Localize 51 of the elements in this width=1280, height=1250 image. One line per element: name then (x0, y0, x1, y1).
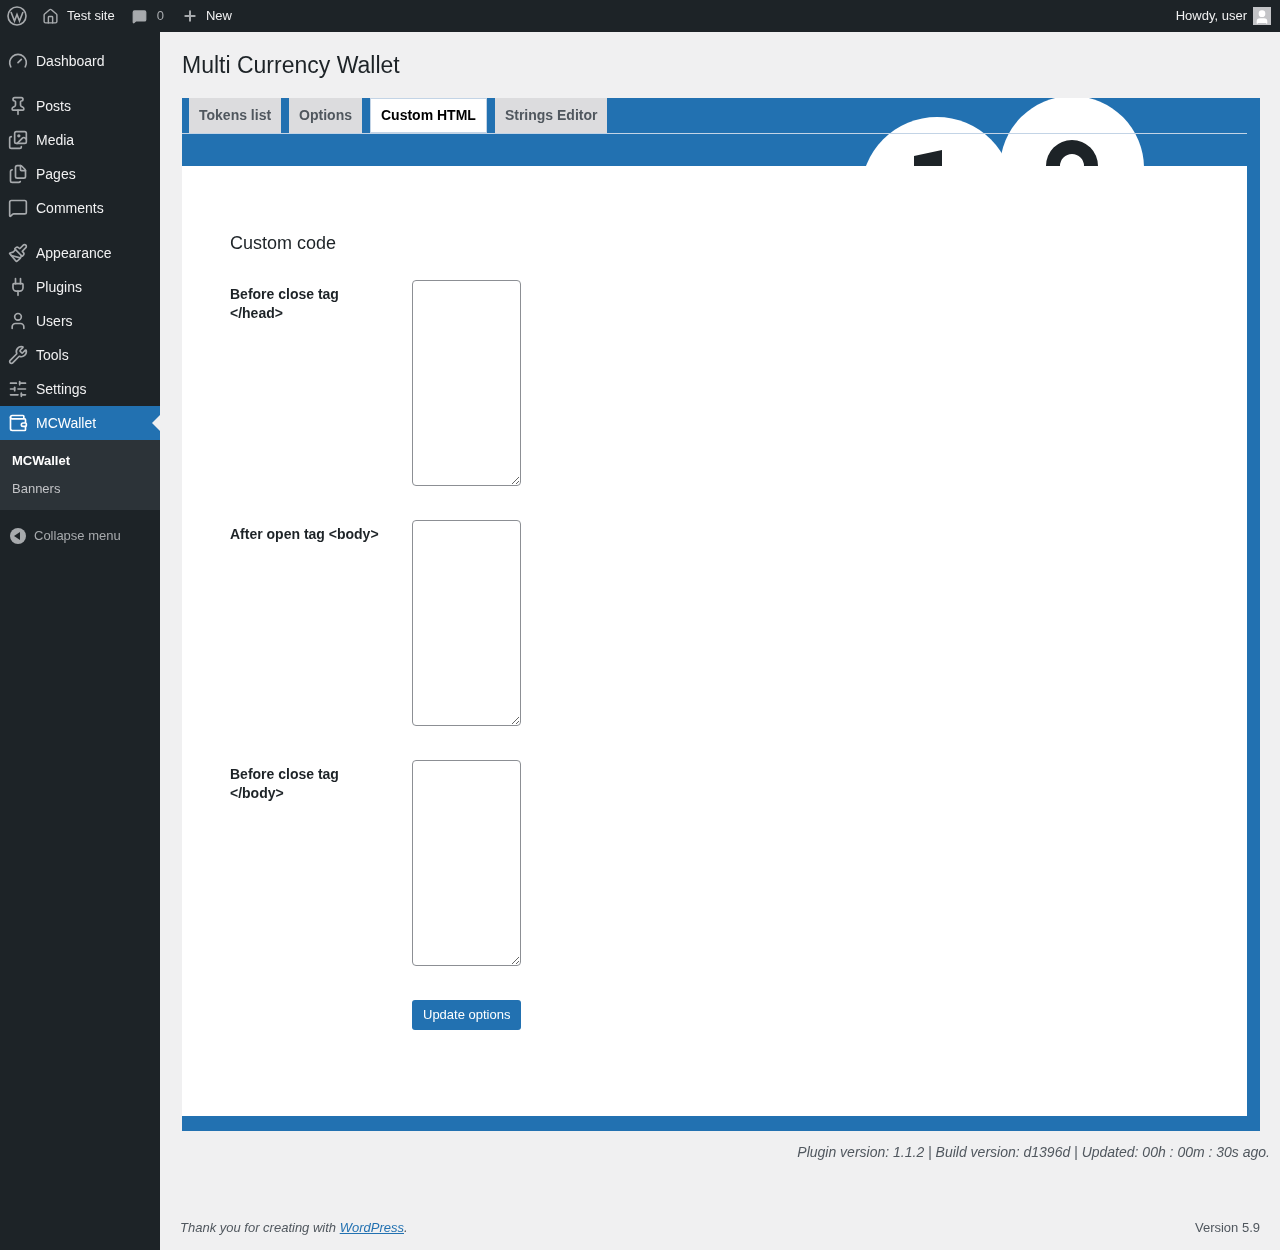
code-textarea[interactable] (412, 520, 521, 726)
home-icon (42, 7, 59, 25)
tab[interactable]: Options (289, 98, 362, 133)
menu-item[interactable]: Pages (0, 157, 160, 191)
pin-icon (8, 96, 28, 116)
section-title: Custom code (230, 232, 338, 255)
new-link[interactable]: New (181, 6, 232, 26)
submenu-item[interactable]: Banners (0, 475, 160, 503)
wallet-icon (8, 413, 28, 433)
comment-icon (131, 8, 147, 24)
version-info: Plugin version: 1.1.2 | Build version: d1396d | Updated: 00h : 00m : 30s ago. (796, 1143, 1271, 1162)
comments-link[interactable]: 0 (131, 6, 164, 26)
field-label: Before close tag </body> (230, 765, 340, 803)
pages-icon (8, 164, 28, 184)
footer-credit: Thank you for creating with WordPress. (180, 1218, 408, 1237)
update-options-button[interactable]: Update options (412, 1000, 522, 1030)
field-label: Before close tag </head> (230, 285, 340, 323)
menu-item[interactable]: Appearance (0, 236, 160, 270)
tab[interactable]: Tokens list (189, 98, 282, 133)
code-textarea[interactable] (412, 280, 521, 486)
tab[interactable]: Custom HTML (370, 98, 487, 133)
sliders-icon (8, 379, 28, 399)
plus-icon (181, 8, 198, 24)
wrench-icon (8, 345, 28, 365)
version-text: Version 5.9 (1194, 1218, 1260, 1237)
menu-item[interactable]: Posts (0, 89, 160, 123)
menu-item[interactable]: Plugins (0, 270, 160, 304)
wordpress-logo-icon[interactable] (7, 6, 27, 26)
menu-item[interactable]: Tools (0, 338, 160, 372)
collapse-menu-button[interactable]: Collapse menu (0, 510, 160, 546)
field-label: After open tag <body> (230, 525, 380, 544)
menu-item[interactable]: Settings (0, 372, 160, 406)
brush-icon (8, 243, 28, 263)
menu-item[interactable]: Media (0, 123, 160, 157)
avatar-icon (1253, 7, 1271, 25)
page-title: Multi Currency Wallet (182, 51, 401, 80)
speech-bubble-icon (8, 198, 28, 218)
images-icon (8, 130, 28, 150)
wordpress-link[interactable]: WordPress (339, 1219, 404, 1235)
code-textarea[interactable] (412, 760, 521, 966)
tab[interactable]: Strings Editor (494, 98, 608, 133)
account-link[interactable]: Howdy, user (1175, 6, 1273, 26)
site-link[interactable]: Test site (42, 6, 115, 26)
user-icon (8, 311, 28, 331)
submenu-item[interactable]: MCWallet (0, 447, 160, 475)
menu-item[interactable]: Dashboard (0, 44, 160, 78)
gauge-icon (8, 51, 28, 71)
collapse-icon (10, 527, 26, 544)
menu-item[interactable]: MCWallet (0, 406, 160, 440)
menu-item[interactable]: Users (0, 304, 160, 338)
menu-item[interactable]: Comments (0, 191, 160, 225)
